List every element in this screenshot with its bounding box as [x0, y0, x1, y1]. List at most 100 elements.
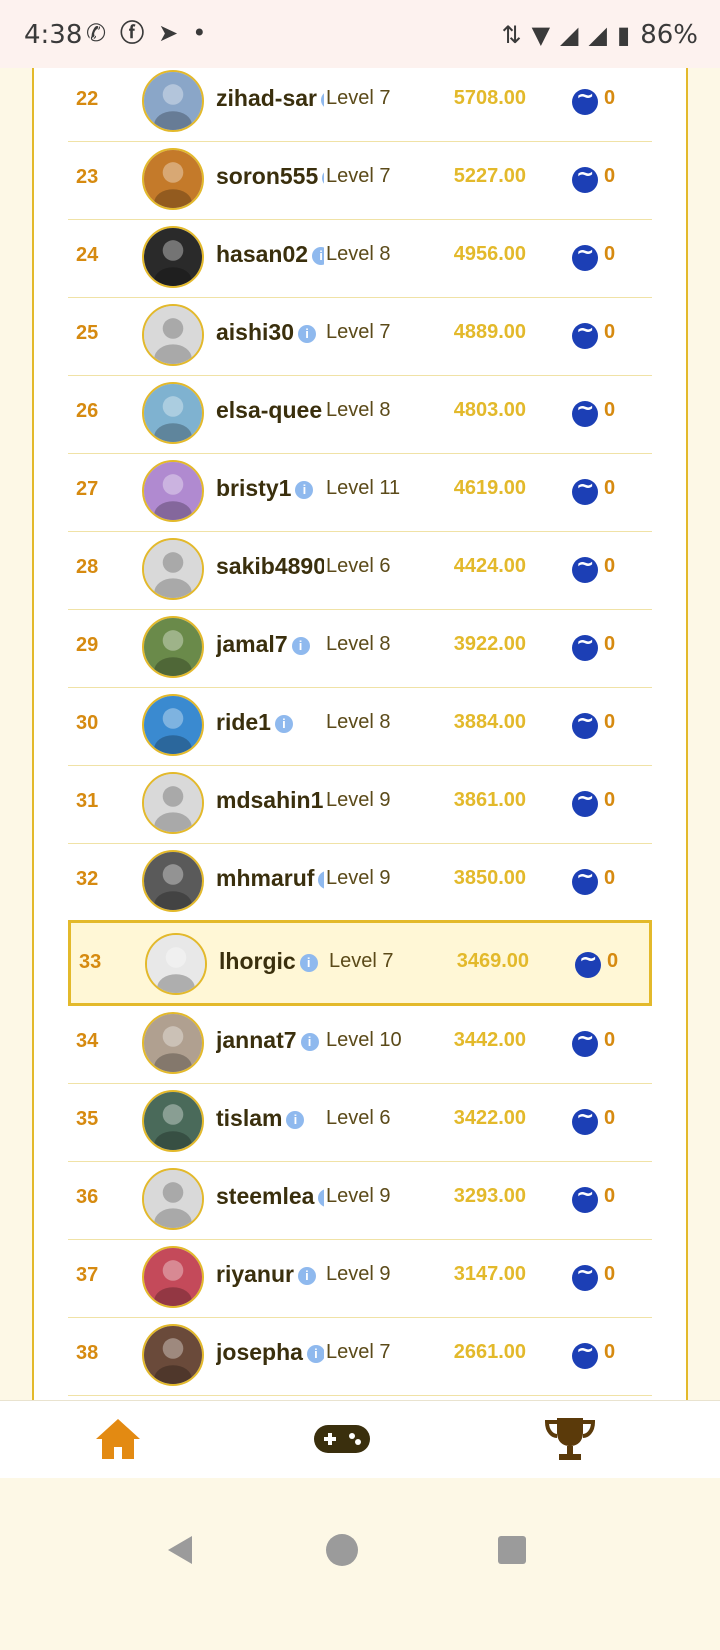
back-icon: [168, 1536, 192, 1564]
username-link[interactable]: elsa-queei: [216, 397, 324, 424]
reward-amount: 0: [604, 165, 616, 187]
reward-amount: 0: [604, 87, 616, 109]
username-link[interactable]: soron555i: [216, 163, 324, 190]
leaderboard-row[interactable]: 38 josephaiLevel 7 2661.00 0: [68, 1314, 652, 1396]
info-icon[interactable]: i: [306, 1344, 324, 1363]
username-link[interactable]: zihad-sari: [216, 85, 324, 112]
avatar[interactable]: [142, 226, 204, 288]
leaderboard-row[interactable]: 34jannat7iLevel 103442.000: [68, 1002, 652, 1084]
leaderboard-row[interactable]: 31 mdsahin1iLevel 9 3861.00 0: [68, 762, 652, 844]
username-link[interactable]: mdsahin1i: [216, 787, 324, 814]
rank-number: 29: [76, 634, 99, 656]
steem-icon: [572, 708, 598, 739]
info-icon[interactable]: i: [297, 1266, 316, 1285]
username: jamal7: [216, 631, 288, 657]
info-icon[interactable]: i: [291, 636, 310, 655]
bottom-nav: [0, 1400, 720, 1478]
info-icon[interactable]: i: [295, 480, 314, 499]
avatar[interactable]: [142, 1012, 204, 1074]
battery-icon: ▮: [616, 21, 631, 49]
info-icon[interactable]: i: [274, 714, 293, 733]
avatar[interactable]: [142, 1168, 204, 1230]
username-link[interactable]: aishi30 i: [216, 319, 324, 346]
username-link[interactable]: ride1 i: [216, 709, 324, 736]
info-icon[interactable]: i: [298, 324, 316, 343]
avatar[interactable]: [142, 694, 204, 756]
username-link[interactable]: lhorgic i: [219, 948, 327, 975]
info-icon[interactable]: i: [286, 1110, 305, 1129]
avatar[interactable]: [142, 772, 204, 834]
nav-home-button[interactable]: [88, 1411, 148, 1467]
username-link[interactable]: bristy1 i: [216, 475, 324, 502]
reward-amount: 0: [604, 1185, 616, 1207]
username-link[interactable]: sakib4890i: [216, 553, 324, 580]
leaderboard-row[interactable]: 25aishi30iLevel 74889.000: [68, 294, 652, 376]
avatar[interactable]: [145, 933, 207, 995]
avatar[interactable]: [142, 148, 204, 210]
leaderboard-row[interactable]: 35tislamiLevel 63422.000: [68, 1080, 652, 1162]
leaderboard-row[interactable]: 29jamal7iLevel 83922.000: [68, 606, 652, 688]
avatar[interactable]: [142, 304, 204, 366]
score: 4889.00: [453, 321, 526, 343]
avatar[interactable]: [142, 538, 204, 600]
info-icon[interactable]: i: [320, 90, 324, 109]
back-button[interactable]: [150, 1520, 210, 1580]
avatar[interactable]: [142, 70, 204, 132]
leaderboard-row[interactable]: 22 zihad-sariLevel 7 5708.00 0: [68, 68, 652, 142]
username-link[interactable]: jannat7 i: [216, 1027, 324, 1054]
avatar[interactable]: [142, 1246, 204, 1308]
username: sakib4890: [216, 553, 324, 579]
steem-icon: [572, 396, 598, 427]
leaderboard-row[interactable]: 23 soron555iLevel 7 5227.00 0: [68, 138, 652, 220]
avatar[interactable]: [142, 616, 204, 678]
info-icon[interactable]: i: [318, 870, 324, 889]
rank-number: 37: [76, 1264, 99, 1286]
battery-percent: 86%: [640, 20, 698, 50]
rank-number: 33: [79, 951, 102, 973]
avatar[interactable]: [142, 1090, 204, 1152]
username: josepha: [216, 1339, 303, 1365]
info-icon[interactable]: i: [300, 1032, 319, 1051]
avatar[interactable]: [142, 460, 204, 522]
user-level: Level 9: [326, 1263, 391, 1285]
info-icon[interactable]: i: [312, 246, 324, 265]
leaderboard-row[interactable]: 26 elsa-queeiLevel 8 4803.00 0: [68, 372, 652, 454]
username-link[interactable]: jamal7 i: [216, 631, 324, 658]
steem-icon: [572, 1104, 598, 1135]
nav-leaderboard-button[interactable]: [540, 1411, 600, 1467]
info-icon[interactable]: i: [318, 1188, 324, 1207]
avatar[interactable]: [142, 850, 204, 912]
recents-button[interactable]: [482, 1520, 542, 1580]
rank-number: 26: [76, 400, 99, 422]
username-link[interactable]: josepha i: [216, 1339, 324, 1366]
leaderboard-row[interactable]: 28 sakib4890iLevel 6 4424.00 0: [68, 528, 652, 610]
info-icon[interactable]: i: [322, 168, 324, 187]
leaderboard-row[interactable]: 36 steemleaiLevel 9 3293.00 0: [68, 1158, 652, 1240]
username-link[interactable]: riyanur i: [216, 1261, 324, 1288]
avatar[interactable]: [142, 1324, 204, 1386]
nav-games-button[interactable]: [312, 1411, 372, 1467]
user-level: Level 7: [326, 321, 391, 343]
avatar[interactable]: [142, 382, 204, 444]
leaderboard-row[interactable]: 27bristy1iLevel 114619.000: [68, 450, 652, 532]
username-link[interactable]: mhmarufi: [216, 865, 324, 892]
username: steemlea: [216, 1183, 315, 1209]
username-link[interactable]: steemleai: [216, 1183, 324, 1210]
score: 3850.00: [453, 867, 526, 889]
user-level: Level 7: [326, 1341, 391, 1363]
info-icon[interactable]: i: [299, 953, 318, 972]
home-system-button[interactable]: [312, 1520, 372, 1580]
leaderboard-row[interactable]: 30ride1iLevel 83884.000: [68, 684, 652, 766]
username: hasan02: [216, 241, 309, 267]
steem-icon: [572, 786, 598, 817]
signal-icon: ◢: [588, 21, 607, 49]
rank-number: 38: [76, 1342, 99, 1364]
leaderboard-row-current-user[interactable]: 33lhorgiciLevel 73469.000: [68, 920, 652, 1006]
username-link[interactable]: tislam i: [216, 1105, 324, 1132]
username-link[interactable]: hasan02 i: [216, 241, 324, 268]
leaderboard-row[interactable]: 37riyanuriLevel 93147.000: [68, 1236, 652, 1318]
leaderboard-row[interactable]: 32 mhmarufiLevel 9 3850.00 0: [68, 840, 652, 922]
leaderboard-row[interactable]: 24 hasan02iLevel 8 4956.00 0: [68, 216, 652, 298]
reward-amount: 0: [604, 711, 616, 733]
user-level: Level 8: [326, 399, 391, 421]
